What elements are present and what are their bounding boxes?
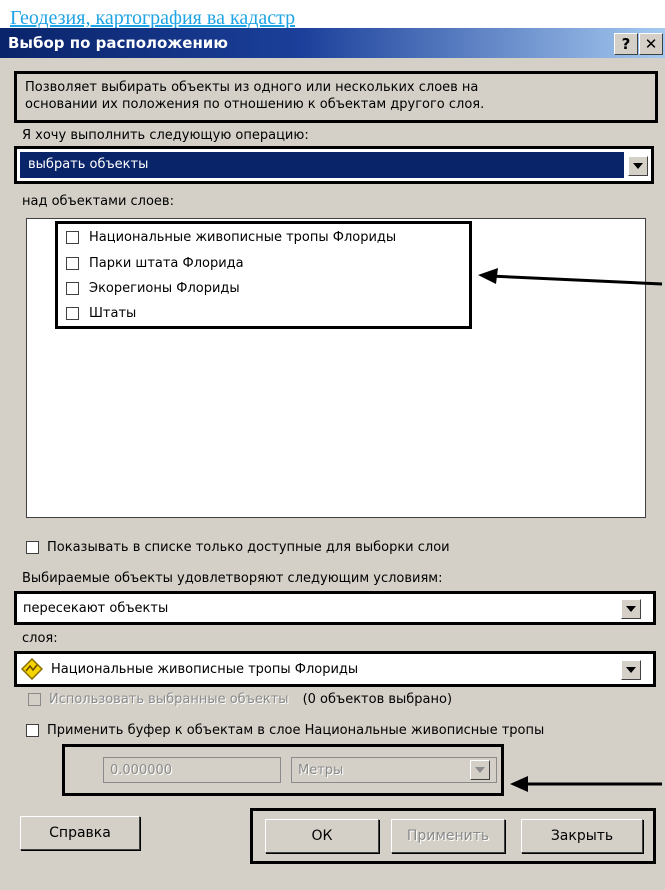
source-layer-label: слоя: bbox=[22, 631, 58, 646]
only-selectable-label: Показывать в списке только доступные для… bbox=[47, 540, 450, 555]
page-header-link[interactable]: Геодезия, картография ва кадастр bbox=[10, 0, 295, 30]
layer-label: Национальные живописные тропы Флориды bbox=[89, 230, 397, 245]
buffer-option[interactable]: Применить буфер к объектам в слое Национ… bbox=[26, 723, 544, 738]
description-line1: Позволяет выбирать объекты из одного или… bbox=[25, 80, 479, 95]
chevron-down-icon bbox=[626, 606, 636, 612]
source-layer-selected-value: Национальные живописные тропы Флориды bbox=[51, 662, 359, 677]
layers-list-highlight: Национальные живописные тропы Флориды Па… bbox=[55, 221, 472, 329]
select-by-location-dialog: Выбор по расположению ? ✕ Позволяет выби… bbox=[0, 28, 665, 890]
source-layer-dropdown-button[interactable] bbox=[621, 660, 641, 680]
chevron-down-icon bbox=[475, 767, 485, 773]
layer-checkbox[interactable] bbox=[66, 307, 79, 320]
buffer-units-select[interactable]: Метры bbox=[291, 757, 497, 783]
close-title-button[interactable]: ✕ bbox=[639, 33, 663, 55]
buffer-distance-input[interactable]: 0.000000 bbox=[103, 757, 281, 783]
use-selected-option[interactable]: Использовать выбранные объекты (0 объект… bbox=[28, 692, 452, 707]
source-layer-select[interactable]: Национальные живописные тропы Флориды bbox=[14, 651, 656, 687]
list-item[interactable]: Штаты bbox=[66, 306, 136, 321]
close-button[interactable]: Закрыть bbox=[521, 819, 643, 853]
layer-checkbox[interactable] bbox=[66, 257, 79, 270]
description-box: Позволяет выбирать объекты из одного или… bbox=[14, 71, 658, 123]
annotation-arrow-icon bbox=[510, 776, 662, 792]
list-item[interactable]: Экорегионы Флориды bbox=[66, 281, 240, 296]
chevron-down-icon bbox=[633, 163, 643, 169]
only-selectable-option[interactable]: Показывать в списке только доступные для… bbox=[26, 540, 450, 555]
chevron-down-icon bbox=[626, 667, 636, 673]
selected-count-text: (0 объектов выбрано) bbox=[302, 692, 453, 707]
apply-button[interactable]: Применить bbox=[391, 819, 505, 853]
layer-label: Парки штата Флорида bbox=[89, 256, 244, 271]
ok-button[interactable]: ОК bbox=[265, 819, 379, 853]
condition-select[interactable]: пересекают объекты bbox=[14, 591, 656, 625]
window-title: Выбор по расположению bbox=[8, 34, 228, 52]
layer-checkbox[interactable] bbox=[66, 231, 79, 244]
condition-label: Выбираемые объекты удовлетворяют следующ… bbox=[22, 571, 443, 586]
operation-dropdown-button[interactable] bbox=[628, 156, 648, 176]
title-bar: Выбор по расположению ? ✕ bbox=[0, 28, 665, 58]
buffer-units-dropdown-button[interactable] bbox=[470, 760, 490, 780]
only-selectable-checkbox[interactable] bbox=[26, 541, 39, 554]
operation-label: Я хочу выполнить следующую операцию: bbox=[22, 128, 309, 143]
help-button[interactable]: Справка bbox=[20, 816, 140, 850]
list-item[interactable]: Национальные живописные тропы Флориды bbox=[66, 230, 396, 245]
annotation-arrow-icon bbox=[478, 268, 663, 286]
buffer-checkbox[interactable] bbox=[26, 724, 39, 737]
list-item[interactable]: Парки штата Флорида bbox=[66, 256, 244, 271]
help-title-button[interactable]: ? bbox=[614, 33, 638, 55]
condition-dropdown-button[interactable] bbox=[621, 599, 641, 619]
condition-selected-value: пересекают объекты bbox=[23, 601, 169, 616]
action-buttons-box: ОК Применить Закрыть bbox=[250, 808, 656, 864]
operation-selected-highlight: выбрать объекты bbox=[20, 152, 624, 178]
layers-label: над объектами слоев: bbox=[22, 194, 174, 209]
layer-checkbox[interactable] bbox=[66, 282, 79, 295]
buffer-distance-value: 0.000000 bbox=[110, 763, 173, 778]
operation-selected-value: выбрать объекты bbox=[28, 157, 149, 172]
buffer-units-value: Метры bbox=[298, 763, 344, 778]
use-selected-label: Использовать выбранные объекты bbox=[49, 692, 289, 707]
use-selected-checkbox[interactable] bbox=[28, 693, 41, 706]
buffer-settings-box: 0.000000 Метры bbox=[62, 744, 504, 796]
layer-label: Штаты bbox=[89, 306, 137, 321]
layer-diamond-icon bbox=[21, 658, 43, 680]
operation-select[interactable]: выбрать объекты bbox=[14, 146, 654, 184]
buffer-label: Применить буфер к объектам в слое Национ… bbox=[47, 723, 545, 738]
description-line2: основании их положения по отношению к об… bbox=[25, 97, 485, 112]
layer-label: Экорегионы Флориды bbox=[89, 281, 240, 296]
